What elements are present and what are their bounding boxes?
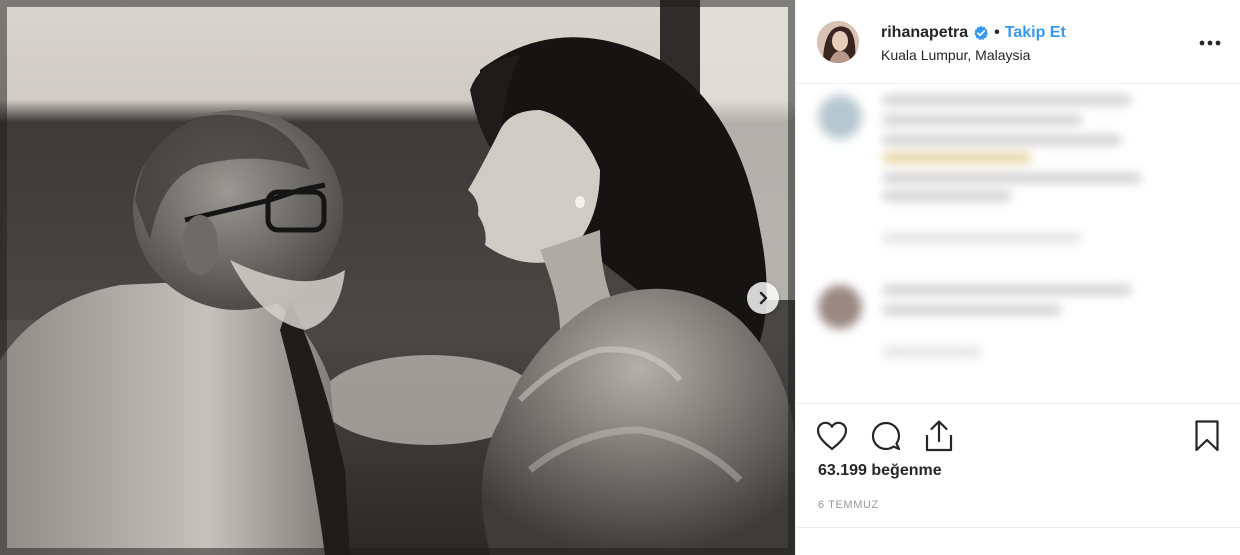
likes-count[interactable]: 63.199 beğenme: [818, 462, 942, 480]
follow-button[interactable]: Takip Et: [1005, 24, 1066, 42]
share-icon: [925, 420, 953, 452]
comment-icon: [871, 421, 901, 451]
comment-avatar: [818, 285, 862, 329]
share-button[interactable]: [921, 418, 957, 454]
comment-meta: [882, 347, 982, 357]
comments-list: [796, 85, 1240, 403]
post-image: [0, 0, 795, 555]
post-photo[interactable]: [0, 0, 795, 555]
bookmark-icon: [1195, 420, 1219, 452]
comment-text: [882, 95, 1132, 105]
comment-button[interactable]: [868, 418, 904, 454]
username[interactable]: rihanapetra: [881, 24, 968, 42]
more-options-icon: [1199, 40, 1221, 46]
divider: [796, 527, 1240, 528]
avatar[interactable]: [817, 21, 859, 63]
post-actions-bar: [796, 403, 1240, 467]
chevron-right-icon: [759, 291, 768, 305]
next-photo-button[interactable]: [747, 282, 779, 314]
comment-text: [882, 285, 1132, 295]
comment-meta: [882, 233, 1082, 243]
comment-text: [882, 135, 1122, 145]
like-button[interactable]: [814, 418, 850, 454]
post-date[interactable]: 6 TEMMUZ: [818, 499, 879, 511]
comment-text: [882, 305, 1062, 315]
post-side-panel: rihanapetra • Takip Et Kuala Lumpur, Mal…: [795, 0, 1240, 555]
comment-text: [882, 115, 1082, 125]
comment-text: [882, 173, 1142, 183]
save-button[interactable]: [1189, 418, 1225, 454]
separator-dot: •: [994, 24, 1000, 41]
heart-icon: [816, 421, 848, 451]
avatar-image: [817, 21, 859, 63]
comment-text: [882, 153, 1032, 163]
post-header: rihanapetra • Takip Et Kuala Lumpur, Mal…: [796, 0, 1240, 84]
comment-text: [882, 191, 1012, 201]
comment-avatar: [818, 95, 862, 139]
more-options-button[interactable]: [1197, 30, 1223, 56]
verified-badge-icon: [974, 25, 989, 40]
location-link[interactable]: Kuala Lumpur, Malaysia: [881, 47, 1066, 63]
